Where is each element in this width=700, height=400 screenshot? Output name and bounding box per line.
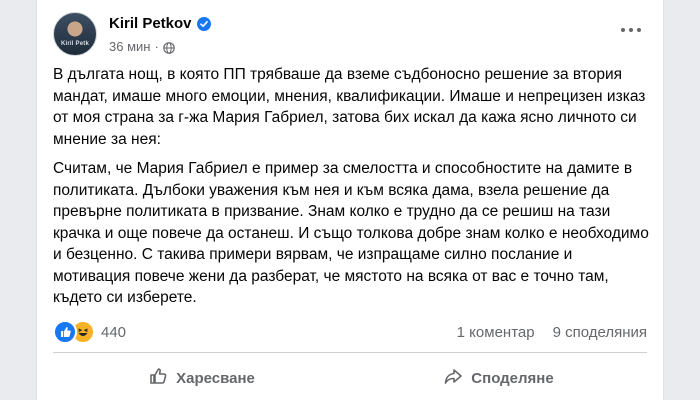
globe-icon[interactable] [162, 41, 175, 54]
post-stats: 440 1 коментар 9 споделяния [53, 318, 647, 346]
like-reaction-icon [53, 320, 77, 344]
share-button[interactable]: Споделяне [350, 356, 647, 400]
reactions-summary[interactable]: 440 [53, 320, 126, 344]
share-arrow-icon [443, 366, 463, 390]
share-button-label: Споделяне [471, 369, 554, 387]
post-card: Kiril Petk Kiril Petkov 36 мин · В дълга… [36, 0, 664, 400]
meta-separator: · [154, 39, 159, 54]
like-button[interactable]: Харесване [53, 356, 350, 400]
author-avatar[interactable]: Kiril Petk [53, 12, 97, 56]
author-row: Kiril Petkov [109, 15, 211, 32]
post-body: В дългата нощ, в която ПП трябваше да вз… [53, 64, 649, 317]
post-paragraph: Считам, че Мария Габриел е пример за сме… [53, 160, 649, 306]
post-meta: 36 мин · [109, 39, 175, 54]
post-actions: Харесване Споделяне [53, 356, 647, 400]
engagement-counts: 1 коментар 9 споделяния [457, 324, 647, 341]
post-header: Kiril Petk Kiril Petkov 36 мин · [53, 12, 647, 60]
reaction-count: 440 [101, 323, 127, 341]
share-count[interactable]: 9 споделяния [553, 324, 647, 341]
comment-count[interactable]: 1 коментар [457, 324, 535, 341]
post-paragraph: В дългата нощ, в която ПП трябваше да вз… [53, 66, 646, 148]
more-options-icon[interactable] [613, 12, 649, 48]
action-divider [53, 352, 647, 353]
post-timestamp[interactable]: 36 мин [109, 39, 150, 54]
verified-badge-icon [196, 16, 211, 31]
avatar-caption: Kiril Petk [61, 41, 90, 47]
like-button-label: Харесване [176, 369, 255, 387]
author-name[interactable]: Kiril Petkov [109, 15, 192, 32]
thumbs-up-icon [148, 366, 168, 390]
